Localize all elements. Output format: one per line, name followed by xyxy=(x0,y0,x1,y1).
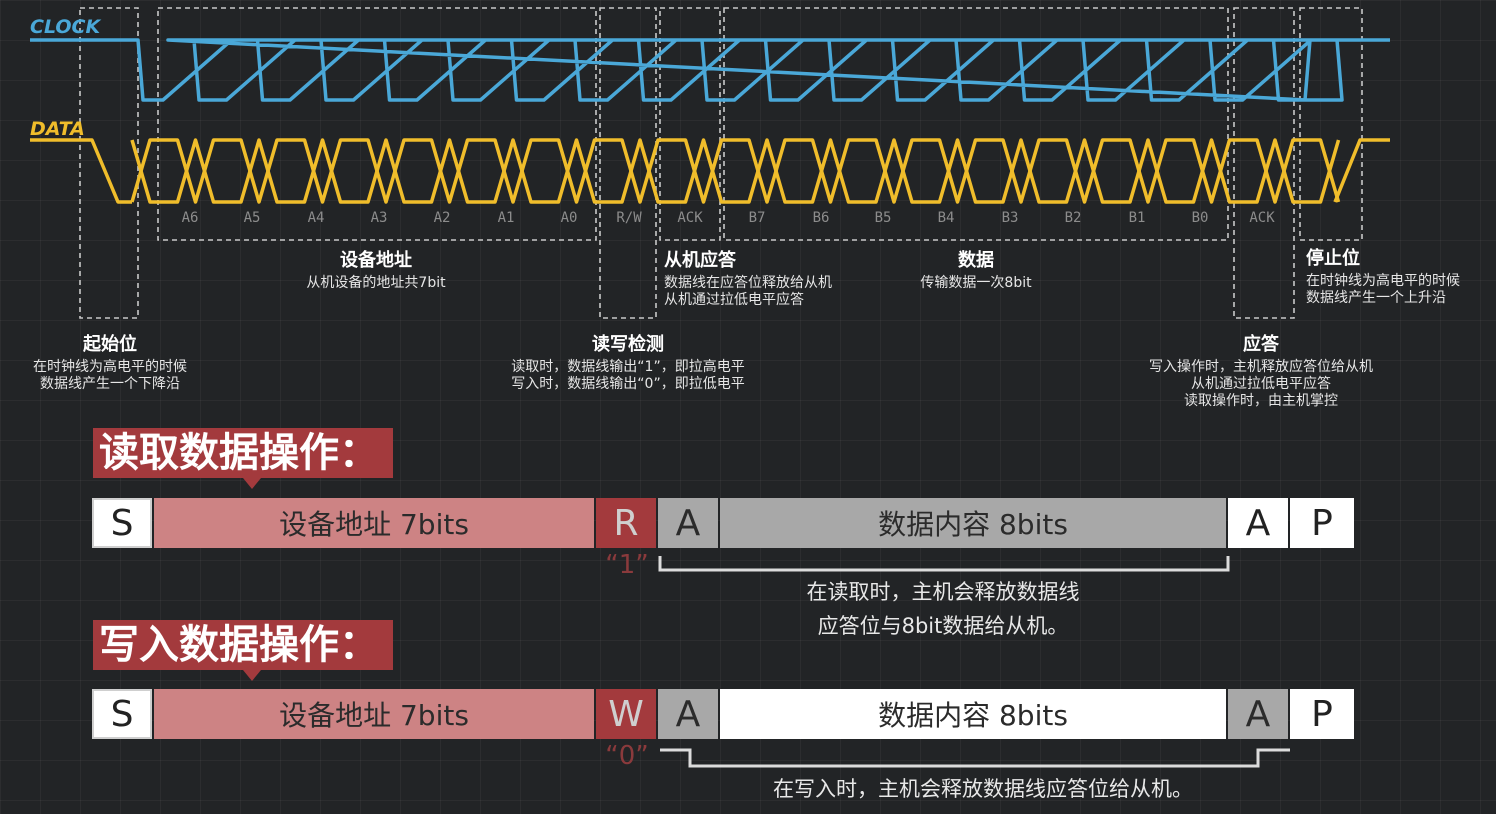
write-data-cell: 数据内容 8bits xyxy=(720,689,1226,739)
bit-label: B6 xyxy=(812,210,830,226)
write-op-title: 写入数据操作： xyxy=(93,620,393,681)
read-address-cell: 设备地址 7bits xyxy=(154,498,594,548)
stop-bit-desc-1: 在时钟线为高电平的时候 xyxy=(1306,273,1460,289)
read-op-title: 读取数据操作： xyxy=(93,428,393,489)
data-waveform xyxy=(30,138,1390,204)
bit-label: B2 xyxy=(1064,210,1082,226)
ack-desc-3: 读取操作时，由主机掌控 xyxy=(1184,393,1338,409)
rw-desc-2: 写入时，数据线输出“0”，即拉低电平 xyxy=(511,376,745,392)
slave-ack-desc-1: 数据线在应答位释放给从机 xyxy=(664,275,832,291)
read-note-line-1: 在读取时，主机会释放数据线 xyxy=(806,580,1080,604)
bit-label: A2 xyxy=(433,210,451,226)
address-title: 设备地址 xyxy=(340,250,412,271)
write-start-cell: S xyxy=(92,689,152,739)
guide-box xyxy=(79,7,139,319)
ack-desc-1: 写入操作时，主机释放应答位给从机 xyxy=(1149,359,1373,375)
read-note: 在读取时，主机会释放数据线 应答位与8bit数据给从机。 xyxy=(743,575,1143,643)
data-annotation: 数据 传输数据一次8bit xyxy=(876,246,1076,292)
bit-label: A1 xyxy=(497,210,515,226)
write-ack-cell-1: A xyxy=(658,689,718,739)
read-data-cell: 数据内容 8bits xyxy=(720,498,1226,548)
bit-label: B5 xyxy=(874,210,892,226)
clock-label: CLOCK xyxy=(30,16,101,38)
bit-label: A4 xyxy=(307,210,325,226)
start-bit-desc-2: 数据线产生一个下降沿 xyxy=(40,376,180,392)
write-address-cell: 设备地址 7bits xyxy=(154,689,594,739)
ack-desc-2: 从机通过拉低电平应答 xyxy=(1191,376,1331,392)
clock-waveform xyxy=(30,38,1390,102)
slave-ack-desc-2: 从机通过拉低电平应答 xyxy=(664,292,804,308)
bit-label: B7 xyxy=(748,210,766,226)
data-signal-segment xyxy=(130,138,1341,204)
bit-label: B1 xyxy=(1128,210,1146,226)
data-desc: 传输数据一次8bit xyxy=(920,275,1032,291)
address-desc: 从机设备的地址共7bit xyxy=(306,275,446,291)
ack-annotation: 应答 写入操作时，主机释放应答位给从机 从机通过拉低电平应答 读取操作时，由主机… xyxy=(1126,330,1396,410)
slave-ack-annotation: 从机应答 数据线在应答位释放给从机 从机通过拉低电平应答 xyxy=(664,246,884,309)
write-note: 在写入时，主机会释放数据线应答位给从机。 xyxy=(683,772,1283,806)
data-title: 数据 xyxy=(958,250,994,271)
stop-bit-title: 停止位 xyxy=(1306,248,1360,269)
slave-ack-title: 从机应答 xyxy=(664,250,736,271)
address-annotation: 设备地址 从机设备的地址共7bit xyxy=(276,246,476,292)
stop-bit-desc-2: 数据线产生一个上升沿 xyxy=(1306,290,1446,306)
rw-desc-1: 读取时，数据线输出“1”，即拉高电平 xyxy=(511,359,745,375)
guide-box xyxy=(659,7,721,241)
write-stop-cell: P xyxy=(1290,689,1354,739)
write-ack-cell-2: A xyxy=(1228,689,1288,739)
read-rw-cell: R xyxy=(596,498,656,548)
read-ack-cell-2: A xyxy=(1228,498,1288,548)
stop-bit-annotation: 停止位 在时钟线为高电平的时候 数据线产生一个上升沿 xyxy=(1306,244,1492,307)
read-start-cell: S xyxy=(92,498,152,548)
rw-title: 读写检测 xyxy=(592,334,664,355)
bit-label: ACK xyxy=(1249,210,1275,226)
start-bit-title: 起始位 xyxy=(83,334,137,355)
bit-label: B0 xyxy=(1191,210,1209,226)
read-ack-cell-1: A xyxy=(658,498,718,548)
read-stop-cell: P xyxy=(1290,498,1354,548)
data-label: DATA xyxy=(30,118,85,140)
write-rw-cell: W xyxy=(596,689,656,739)
start-bit-desc-1: 在时钟线为高电平的时候 xyxy=(33,359,187,375)
bit-label: ACK xyxy=(677,210,703,226)
read-note-line-2: 应答位与8bit数据给从机。 xyxy=(817,614,1069,638)
start-bit-annotation: 起始位 在时钟线为高电平的时候 数据线产生一个下降沿 xyxy=(10,330,210,393)
data-signal-segment xyxy=(30,138,132,204)
bit-label: B3 xyxy=(1001,210,1019,226)
write-note-line-1: 在写入时，主机会释放数据线应答位给从机。 xyxy=(773,777,1193,801)
bit-label: A6 xyxy=(181,210,199,226)
write-op-frame: S 设备地址 7bits W A 数据内容 8bits A P xyxy=(92,689,1354,739)
bit-label: R/W xyxy=(616,210,642,226)
bit-label: A5 xyxy=(243,210,261,226)
ack-title: 应答 xyxy=(1243,334,1279,355)
bit-label: A3 xyxy=(370,210,388,226)
read-op-frame: S 设备地址 7bits R A 数据内容 8bits A P xyxy=(92,498,1354,548)
bit-label: A0 xyxy=(560,210,578,226)
bit-label: B4 xyxy=(937,210,955,226)
rw-annotation: 读写检测 读取时，数据线输出“1”，即拉高电平 写入时，数据线输出“0”，即拉低… xyxy=(478,330,778,393)
